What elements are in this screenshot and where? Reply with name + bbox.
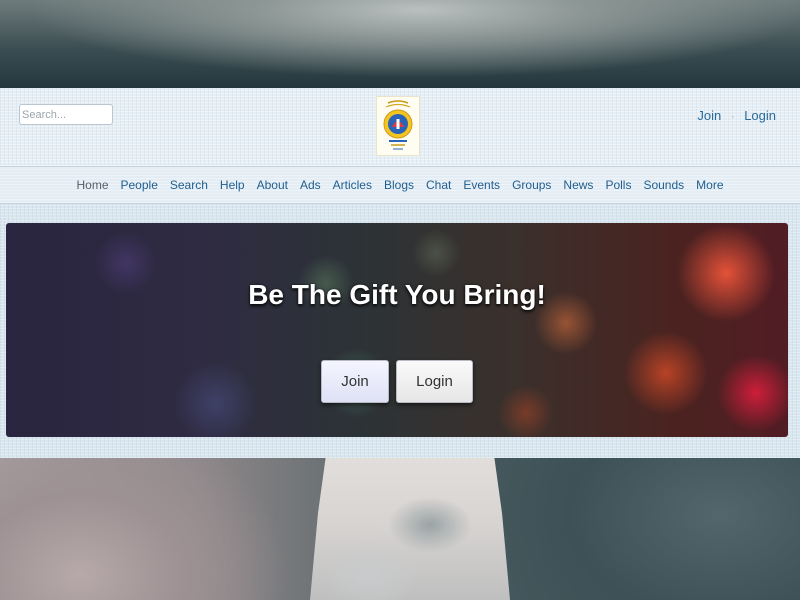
background-rock [310,455,510,600]
main-nav: Home People Search Help About Ads Articl… [0,167,800,204]
nav-item-events[interactable]: Events [463,178,500,192]
nav-item-about[interactable]: About [257,178,288,192]
background-photo-bottom [0,455,800,600]
site-container: Join · Login Home People Search Help Abo… [0,88,800,458]
search-input[interactable] [19,104,113,125]
site-header: Join · Login [0,88,800,167]
site-logo[interactable] [376,96,420,156]
nav-item-home[interactable]: Home [76,178,108,192]
nav-item-blogs[interactable]: Blogs [384,178,414,192]
auth-separator: · [730,111,735,123]
header-login-link[interactable]: Login [744,108,776,123]
hero-banner: Be The Gift You Bring! Join Login [6,223,788,437]
hero-title: Be The Gift You Bring! [248,279,546,310]
nav-item-sounds[interactable]: Sounds [643,178,684,192]
nav-item-chat[interactable]: Chat [426,178,451,192]
header-join-link[interactable]: Join [697,108,721,123]
auth-links: Join · Login [697,108,776,123]
nav-item-groups[interactable]: Groups [512,178,551,192]
nav-item-help[interactable]: Help [220,178,245,192]
background-photo-top [0,0,800,90]
hero-join-button[interactable]: Join [321,360,389,403]
nav-item-people[interactable]: People [121,178,158,192]
nav-item-search[interactable]: Search [170,178,208,192]
nav-item-articles[interactable]: Articles [333,178,372,192]
nav-item-ads[interactable]: Ads [300,178,321,192]
nav-item-polls[interactable]: Polls [605,178,631,192]
logo-emblem [377,97,419,155]
nav-item-more[interactable]: More [696,178,723,192]
nav-item-news[interactable]: News [563,178,593,192]
hero-login-button[interactable]: Login [396,360,473,403]
